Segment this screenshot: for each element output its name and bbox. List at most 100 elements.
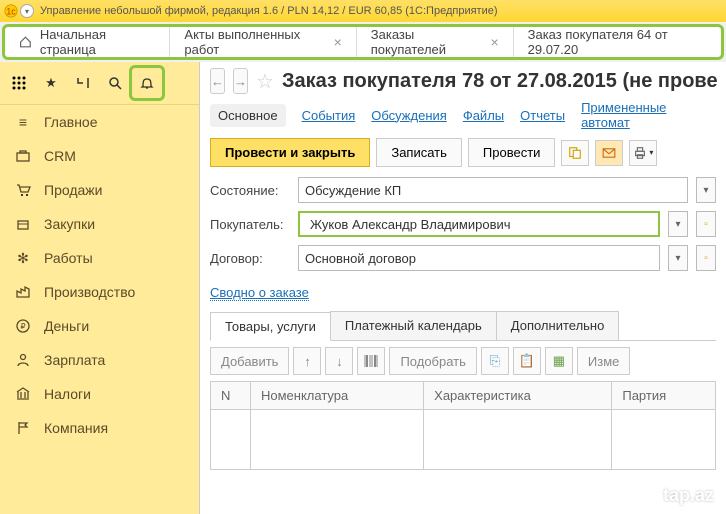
sidebar-item-main[interactable]: ≡Главное xyxy=(0,105,199,139)
tab-order-64[interactable]: Заказ покупателя 64 от 29.07.20 xyxy=(514,27,721,57)
tab-bar: Начальная страница Акты выполненных рабо… xyxy=(2,24,724,60)
sidebar-item-sales[interactable]: Продажи xyxy=(0,173,199,207)
header-row: ← → ☆ Заказ покупателя 78 от 27.08.2015 … xyxy=(210,68,716,94)
sidebar-item-purchases[interactable]: Закупки xyxy=(0,207,199,241)
contract-row: Договор: Основной договор ▾ ▫ xyxy=(210,245,716,271)
subtab-files[interactable]: Файлы xyxy=(463,108,504,123)
customer-dropdown-icon[interactable]: ▾ xyxy=(668,211,688,237)
edit-button[interactable]: Изме xyxy=(577,347,630,375)
col-batch[interactable]: Партия xyxy=(612,382,716,410)
barcode-icon[interactable] xyxy=(357,347,385,375)
cart-icon xyxy=(14,181,32,199)
sidebar-item-money[interactable]: ₽Деньги xyxy=(0,309,199,343)
app-logo-icon: 1c xyxy=(4,4,18,18)
col-characteristic[interactable]: Характеристика xyxy=(424,382,612,410)
add-button[interactable]: Добавить xyxy=(210,347,289,375)
watermark: tap.az xyxy=(663,485,714,506)
col-nomenclature[interactable]: Номенклатура xyxy=(251,382,424,410)
tab-home[interactable]: Начальная страница xyxy=(5,27,170,57)
sidebar-item-works[interactable]: ✻Работы xyxy=(0,241,199,275)
subtab-discussions[interactable]: Обсуждения xyxy=(371,108,447,123)
table-toolbar: Добавить ↑ ↓ Подобрать ⎘ 📋 ▦ Изме xyxy=(210,341,716,381)
contract-dropdown-icon[interactable]: ▾ xyxy=(668,245,688,271)
wrench-icon: ✻ xyxy=(14,249,32,267)
sidebar-toolbar: ★ xyxy=(0,62,199,105)
state-input[interactable]: Обсуждение КП xyxy=(298,177,688,203)
box-icon xyxy=(14,215,32,233)
flag-icon xyxy=(14,419,32,437)
tab-label: Начальная страница xyxy=(40,27,156,57)
subtab-main[interactable]: Основное xyxy=(210,104,286,127)
tab-orders[interactable]: Заказы покупателей × xyxy=(357,27,514,57)
menu-icon: ≡ xyxy=(14,113,32,131)
state-dropdown-icon[interactable]: ▾ xyxy=(696,177,716,203)
paste-icon[interactable]: 📋 xyxy=(513,347,541,375)
main-area: ★ ≡Главное CRM Продажи Закупки ✻Работы П… xyxy=(0,62,726,514)
briefcase-icon xyxy=(14,147,32,165)
tab-label: Акты выполненных работ xyxy=(184,27,325,57)
customer-input[interactable]: Жуков Александр Владимирович xyxy=(298,211,660,237)
content: ← → ☆ Заказ покупателя 78 от 27.08.2015 … xyxy=(200,62,726,514)
customer-open-icon[interactable]: ▫ xyxy=(696,211,716,237)
move-up-icon[interactable]: ↑ xyxy=(293,347,321,375)
subtab-events[interactable]: События xyxy=(302,108,356,123)
sidebar-item-salary[interactable]: Зарплата xyxy=(0,343,199,377)
tab-label: Заказ покупателя 64 от 29.07.20 xyxy=(528,27,707,57)
inner-tab-payment[interactable]: Платежный календарь xyxy=(330,311,497,340)
apps-icon[interactable] xyxy=(4,68,34,98)
email-icon[interactable] xyxy=(595,140,623,166)
move-down-icon[interactable]: ↓ xyxy=(325,347,353,375)
post-and-close-button[interactable]: Провести и закрыть xyxy=(210,138,370,167)
factory-icon xyxy=(14,283,32,301)
app-title: Управление небольшой фирмой, редакция 1.… xyxy=(40,5,498,17)
post-button[interactable]: Провести xyxy=(468,138,556,167)
sidebar-item-production[interactable]: Производство xyxy=(0,275,199,309)
home-icon xyxy=(19,35,32,49)
action-row: Провести и закрыть Записать Провести ▾ xyxy=(210,138,716,167)
sidebar-item-taxes[interactable]: Налоги xyxy=(0,377,199,411)
order-summary-link[interactable]: Сводно о заказе xyxy=(210,285,309,301)
inner-tab-goods[interactable]: Товары, услуги xyxy=(210,312,331,341)
print-icon[interactable]: ▾ xyxy=(629,140,657,166)
contract-input[interactable]: Основной договор xyxy=(298,245,660,271)
forward-button[interactable]: → xyxy=(233,68,248,94)
contract-label: Договор: xyxy=(210,251,290,266)
ruble-icon: ₽ xyxy=(14,317,32,335)
sidebar-item-crm[interactable]: CRM xyxy=(0,139,199,173)
back-button[interactable]: ← xyxy=(210,68,225,94)
state-label: Состояние: xyxy=(210,183,290,198)
sidebar: ★ ≡Главное CRM Продажи Закупки ✻Работы П… xyxy=(0,62,200,514)
customer-row: Покупатель: Жуков Александр Владимирович… xyxy=(210,211,716,237)
close-icon[interactable]: × xyxy=(334,34,342,50)
contract-open-icon[interactable]: ▫ xyxy=(696,245,716,271)
search-icon[interactable] xyxy=(100,68,130,98)
close-icon[interactable]: × xyxy=(490,34,498,50)
history-icon[interactable] xyxy=(68,68,98,98)
svg-text:1c: 1c xyxy=(6,7,16,17)
svg-text:₽: ₽ xyxy=(20,322,25,331)
create-based-on-icon[interactable] xyxy=(561,140,589,166)
table-row[interactable] xyxy=(211,410,716,470)
col-n[interactable]: N xyxy=(211,382,251,410)
bell-icon[interactable] xyxy=(132,68,162,98)
bank-icon xyxy=(14,385,32,403)
person-icon xyxy=(14,351,32,369)
tab-label: Заказы покупателей xyxy=(371,27,483,57)
subtab-applied[interactable]: Примененные автомат xyxy=(581,100,716,130)
save-button[interactable]: Записать xyxy=(376,138,462,167)
state-row: Состояние: Обсуждение КП ▾ xyxy=(210,177,716,203)
copy-icon[interactable]: ⎘ xyxy=(481,347,509,375)
inner-tabs: Товары, услуги Платежный календарь Допол… xyxy=(210,311,716,341)
subtab-reports[interactable]: Отчеты xyxy=(520,108,565,123)
star-icon[interactable]: ★ xyxy=(36,68,66,98)
tab-acts[interactable]: Акты выполненных работ × xyxy=(170,27,356,57)
titlebar: 1c ▾ Управление небольшой фирмой, редакц… xyxy=(0,0,726,22)
customer-label: Покупатель: xyxy=(210,217,290,232)
sidebar-item-company[interactable]: Компания xyxy=(0,411,199,445)
page-title: Заказ покупателя 78 от 27.08.2015 (не пр… xyxy=(282,70,718,93)
favorite-icon[interactable]: ☆ xyxy=(256,69,274,94)
select-button[interactable]: Подобрать xyxy=(389,347,476,375)
title-dropdown-icon[interactable]: ▾ xyxy=(20,4,34,18)
inner-tab-additional[interactable]: Дополнительно xyxy=(496,311,620,340)
split-icon[interactable]: ▦ xyxy=(545,347,573,375)
